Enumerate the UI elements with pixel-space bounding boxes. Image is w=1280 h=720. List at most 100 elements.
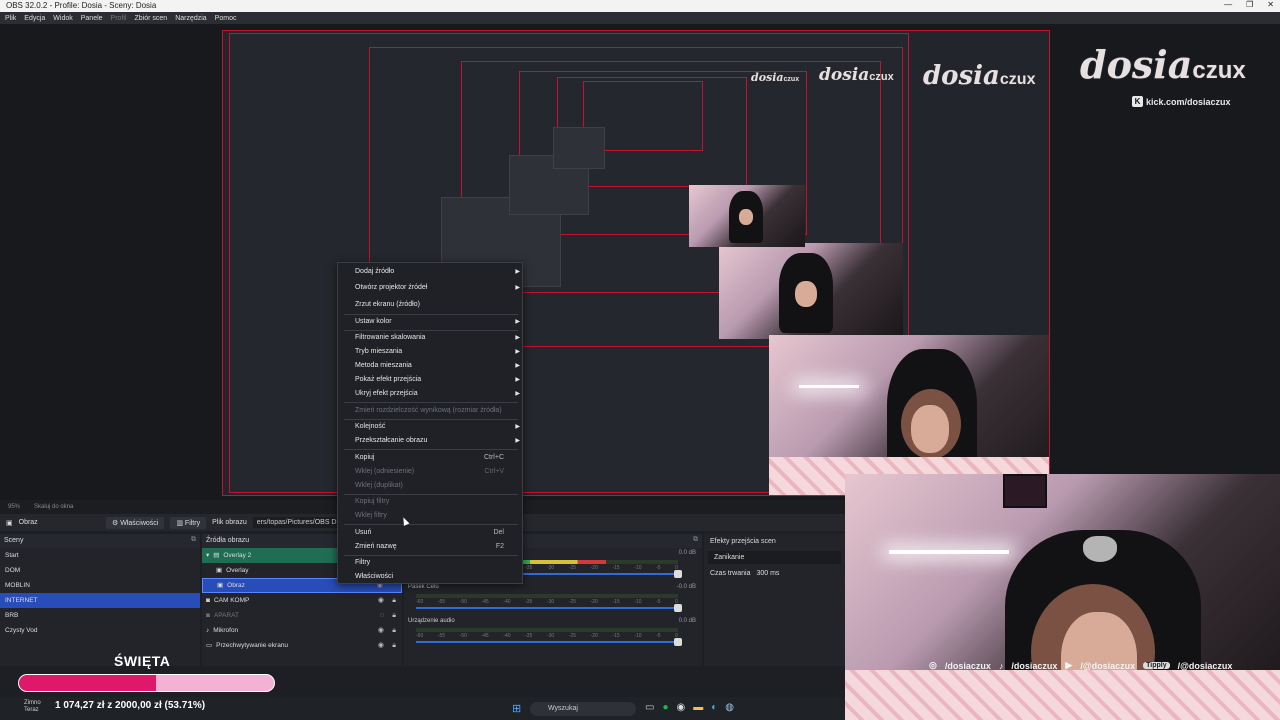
close-button[interactable]: ✕ bbox=[1267, 0, 1274, 9]
chevron-down-icon[interactable]: ▾ bbox=[206, 548, 209, 563]
scene-item[interactable]: MOBLIN bbox=[0, 578, 200, 593]
source-item[interactable]: ▭ Przechwytywanie ekranu ◉ 🔒︎ bbox=[202, 638, 402, 653]
folder-icon[interactable]: ▬ bbox=[693, 702, 703, 713]
meter-ticks: -60-55-50-45-40-35-30-25-20-15-10-50 bbox=[416, 599, 678, 605]
menu-blend-mode[interactable]: Tryb mieszania ▶ bbox=[338, 345, 524, 359]
lock-icon[interactable]: 🔒︎ bbox=[392, 593, 396, 608]
chevron-right-icon: ▶ bbox=[515, 269, 520, 275]
eye-icon[interactable]: ◉ bbox=[378, 623, 384, 638]
menu-set-color[interactable]: Ustaw kolor ▶ bbox=[338, 315, 524, 329]
zoom-level[interactable]: 95% bbox=[8, 504, 20, 510]
menu-filters[interactable]: Filtry bbox=[338, 556, 524, 570]
taskbar-search[interactable]: Wyszukaj bbox=[530, 702, 636, 716]
lock-icon[interactable]: 🔒︎ bbox=[392, 638, 396, 653]
dock-menu-icon[interactable]: ⧉ bbox=[693, 536, 698, 544]
filters-button[interactable]: ▥ Filtry bbox=[170, 516, 207, 529]
menu-edit[interactable]: Edycja bbox=[24, 15, 45, 22]
menu-paste-duplicate[interactable]: Wklej (duplikat) bbox=[338, 479, 524, 493]
webcam-overlay: ◎ /dosiaczux ♪ /dosiaczux ▶ /@dosiaczux Tip… bbox=[845, 474, 1280, 720]
source-context-menu: Dodaj źródło ▶ Otwórz projektor źródeł ▶ Z… bbox=[337, 262, 523, 584]
scene-item[interactable]: DOM bbox=[0, 563, 200, 578]
eye-icon[interactable]: ◉ bbox=[378, 593, 384, 608]
image-icon: ▣ bbox=[217, 582, 224, 589]
volume-meter bbox=[416, 594, 678, 598]
menu-remove[interactable]: Usuń Del bbox=[338, 526, 524, 540]
volume-meter bbox=[416, 628, 678, 632]
dock-menu-icon[interactable]: ⧉ bbox=[191, 536, 196, 544]
source-item[interactable]: ◙ CAM KOMP ◉ 🔒︎ bbox=[202, 593, 402, 608]
maximize-button[interactable]: ❐ bbox=[1246, 0, 1253, 9]
blanket bbox=[845, 670, 1280, 720]
menu-order[interactable]: Kolejność ▶ bbox=[338, 420, 524, 434]
menu-file[interactable]: Plik bbox=[5, 15, 16, 22]
channel-name: Pasek Celu bbox=[408, 584, 439, 590]
taskbar-apps: ▭ ● ◉ ▬ ◐ ◍ bbox=[645, 702, 734, 713]
windows-start-icon[interactable]: ⊞ bbox=[512, 702, 521, 715]
menu-open-source-projector[interactable]: Otwórz projektor źródeł ▶ bbox=[338, 281, 524, 295]
edge-icon[interactable]: ◐ bbox=[711, 702, 717, 713]
channel-db: -0.0 dB bbox=[676, 584, 696, 590]
eye-icon[interactable]: ◉ bbox=[378, 638, 384, 653]
chair-logo-icon bbox=[1083, 536, 1117, 562]
obs-icon[interactable]: ◉ bbox=[677, 702, 686, 713]
menu-add-source[interactable]: Dodaj źródło ▶ bbox=[338, 265, 524, 279]
steam-icon[interactable]: ◍ bbox=[725, 702, 734, 713]
taskview-icon[interactable]: ▭ bbox=[645, 702, 654, 713]
goal-title: ŚWIĘTA bbox=[114, 653, 171, 669]
source-item[interactable]: ◙ APARAT ◌ 🔒︎ bbox=[202, 608, 402, 623]
volume-slider-handle[interactable] bbox=[674, 570, 682, 578]
window-titlebar: OBS 32.0.2 - Profile: Dosia - Sceny: Dos… bbox=[0, 0, 1280, 12]
lock-icon[interactable]: 🔒︎ bbox=[392, 608, 396, 623]
properties-button[interactable]: ⚙ Właściwości bbox=[106, 516, 165, 529]
goal-progress-text: 1 074,27 zł z 2000,00 zł (53.71%) bbox=[55, 700, 206, 711]
preview-area[interactable]: dosiaczux dosiaczux dosiaczux dosiaczux … bbox=[0, 24, 1280, 500]
duration-input[interactable]: 300 ms bbox=[756, 570, 779, 577]
spotify-icon[interactable]: ● bbox=[662, 702, 668, 713]
menu-blend-method[interactable]: Metoda mieszania ▶ bbox=[338, 359, 524, 373]
menu-rename[interactable]: Zmień nazwę F2 bbox=[338, 540, 524, 554]
menu-profile[interactable]: Profil bbox=[111, 15, 127, 22]
volume-slider[interactable] bbox=[416, 638, 682, 646]
volume-slider-handle[interactable] bbox=[674, 638, 682, 646]
chevron-right-icon: ▶ bbox=[515, 438, 520, 444]
image-icon: ▣ bbox=[216, 567, 223, 574]
camera-icon: ◙ bbox=[206, 597, 210, 604]
nested-cam-3 bbox=[689, 185, 805, 247]
youtube-handle: /@dosiaczux bbox=[1080, 660, 1136, 671]
volume-slider[interactable] bbox=[416, 604, 682, 612]
scale-to-window[interactable]: Skaluj do okna bbox=[34, 504, 73, 510]
weather-widget[interactable]: Zimno Teraz bbox=[24, 700, 41, 714]
lock-icon[interactable]: 🔒︎ bbox=[392, 623, 396, 638]
menu-paste-filters[interactable]: Wklej filtry bbox=[338, 509, 524, 523]
scene-item[interactable]: BRB bbox=[0, 608, 200, 623]
menu-tools[interactable]: Narzędzia bbox=[175, 15, 207, 22]
transition-type-select[interactable]: Zanikanie bbox=[708, 551, 841, 564]
menu-docks[interactable]: Panele bbox=[81, 15, 103, 22]
camera-icon: ◙ bbox=[206, 612, 210, 619]
menu-scene-collection[interactable]: Zbiór scen bbox=[135, 15, 168, 22]
scene-item[interactable]: Start bbox=[0, 548, 200, 563]
source-item[interactable]: ♪ Mikrofon ◉ 🔒︎ bbox=[202, 623, 402, 638]
eye-off-icon[interactable]: ◌ bbox=[380, 608, 384, 623]
menu-show-transition[interactable]: Pokaż efekt przejścia ▶ bbox=[338, 373, 524, 387]
scene-item[interactable]: Czysty Vod bbox=[0, 623, 200, 638]
scenes-title: Sceny bbox=[4, 537, 24, 544]
minimize-button[interactable]: — bbox=[1224, 0, 1232, 9]
menu-paste-reference[interactable]: Wklej (odniesienie) Ctrl+V bbox=[338, 465, 524, 479]
scene-item-selected[interactable]: INTERNET bbox=[0, 593, 200, 608]
group-icon: ▤ bbox=[213, 552, 220, 559]
microphone-icon: ♪ bbox=[206, 627, 210, 634]
menu-hide-transition[interactable]: Ukryj efekt przejścia ▶ bbox=[338, 387, 524, 401]
menu-properties[interactable]: Właściwości bbox=[338, 570, 524, 584]
volume-slider-handle[interactable] bbox=[674, 604, 682, 612]
menu-screenshot-source[interactable]: Zrzut ekranu (źródło) bbox=[338, 298, 524, 312]
image-file-path[interactable]: ers/topas/Pictures/OBS DOS bbox=[252, 517, 351, 528]
menu-view[interactable]: Widok bbox=[53, 15, 72, 22]
menu-transform[interactable]: Przekształcanie obrazu ▶ bbox=[338, 434, 524, 448]
menu-scale-filtering[interactable]: Filtrowanie skalowania ▶ bbox=[338, 331, 524, 345]
menu-bar: Plik Edycja Widok Panele Profil Zbiór sc… bbox=[0, 12, 1280, 24]
menu-copy[interactable]: Kopiuj Ctrl+C bbox=[338, 451, 524, 465]
menu-resize-output[interactable]: Zmień rozdzielczość wynikową (rozmiar źr… bbox=[338, 404, 524, 418]
menu-help[interactable]: Pomoc bbox=[215, 15, 237, 22]
menu-copy-filters[interactable]: Kopiuj filtry bbox=[338, 495, 524, 509]
